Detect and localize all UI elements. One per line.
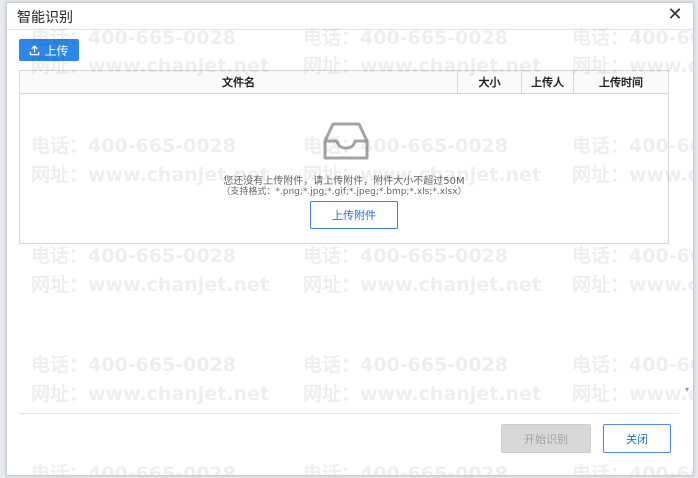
upload-icon xyxy=(30,44,40,55)
watermark-phone: 电话：400-665-0028 xyxy=(572,463,693,476)
watermark-phone: 电话：400-665-0028 xyxy=(303,354,508,376)
upload-attachment-button[interactable]: 上传附件 xyxy=(310,201,398,229)
watermark-phone: 电话：400-665-0028 xyxy=(303,245,508,267)
watermark-phone: 电话：400-665-0028 xyxy=(303,463,508,476)
watermark-phone: 电话：400-665-0028 xyxy=(31,245,236,267)
watermark-website: 网址：www.chanjet.net xyxy=(31,383,269,405)
column-size[interactable]: 大小 xyxy=(457,71,521,93)
attachment-table: 文件名 大小 上传人 上传时间 您还没有上传附件，请上传附件，附件大小不超过50… xyxy=(19,70,669,244)
watermark-website: 网址：www.chanjet.net xyxy=(31,274,269,296)
watermark-website: 网址：www.chanjet.net xyxy=(572,274,693,296)
watermark-website: 网址：www.chanjet.net xyxy=(303,383,541,405)
column-uploader[interactable]: 上传人 xyxy=(521,71,573,93)
watermark-website: 网址：www.chanjet.net xyxy=(303,274,541,296)
close-icon[interactable]: ✕ xyxy=(665,5,685,25)
column-filename[interactable]: 文件名 xyxy=(20,71,457,93)
watermark-website: 网址：www.chanjet.net xyxy=(572,383,693,405)
watermark-phone: 电话：400-665-0028 xyxy=(31,354,236,376)
dialog-title: 智能识别 xyxy=(17,10,73,26)
column-upload-time[interactable]: 上传时间 xyxy=(573,71,668,93)
watermark-phone: 电话：400-665-0028 xyxy=(572,245,693,267)
smart-recognition-dialog: 智能识别 ✕ 上传 文件名 大小 上传人 上传时间 您还没有上传附件，请上传附件… xyxy=(6,2,694,476)
close-button[interactable]: 关闭 xyxy=(603,424,671,453)
upload-button[interactable]: 上传 xyxy=(19,39,79,61)
inbox-icon xyxy=(323,122,369,160)
start-recognition-button[interactable]: 开始识别 xyxy=(501,424,591,453)
empty-state: 您还没有上传附件，请上传附件，附件大小不超过50M （支持格式：*.png;*.… xyxy=(20,95,668,243)
watermark-phone: 电话：400-665-0028 xyxy=(31,463,236,476)
footer-divider xyxy=(19,413,679,414)
scroll-down-arrow-icon[interactable]: ▾ xyxy=(685,386,691,394)
watermark-phone: 电话：400-665-0028 xyxy=(572,354,693,376)
dialog-titlebar: 智能识别 ✕ xyxy=(7,3,693,30)
upload-button-label: 上传 xyxy=(44,43,69,58)
table-header: 文件名 大小 上传人 上传时间 xyxy=(20,71,668,94)
supported-formats: （支持格式：*.png;*.jpg;*.gif;*.jpeg;*.bmp;*.x… xyxy=(221,187,467,197)
